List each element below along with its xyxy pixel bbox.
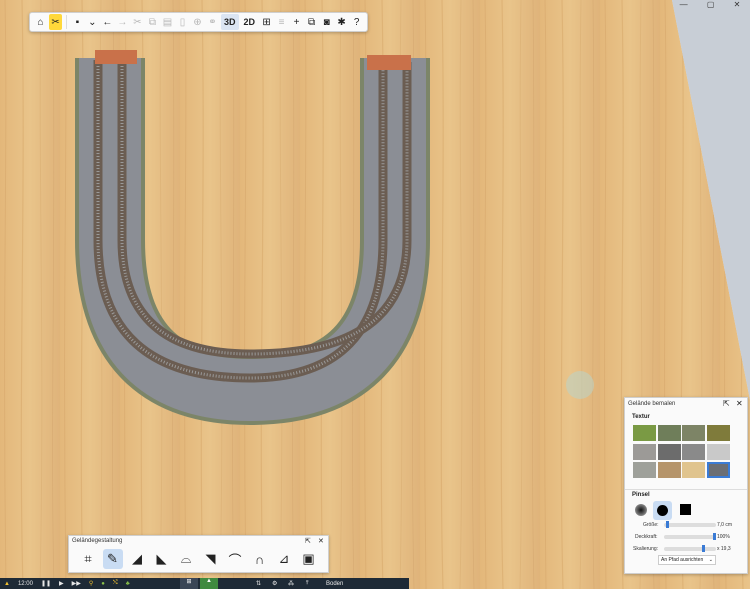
lower-terrain-icon[interactable]: ◣ <box>152 549 172 569</box>
soft-brush-icon[interactable] <box>635 504 647 516</box>
round-brush-icon <box>657 505 668 516</box>
align-to-path-label: An Pfad ausrichten <box>661 557 704 563</box>
link-icon[interactable]: ⚭ <box>206 14 219 30</box>
track-icon[interactable]: ⇅ <box>256 580 261 587</box>
scale-slider[interactable] <box>664 545 716 552</box>
time-display[interactable]: 12:00 <box>18 581 33 587</box>
copy-icon[interactable]: ⧉ <box>146 14 159 30</box>
texture-swatch[interactable] <box>706 462 730 478</box>
texture-swatch[interactable] <box>657 462 681 478</box>
size-value: 7,0 cm <box>717 522 733 528</box>
size-slider[interactable] <box>664 521 716 528</box>
opacity-value: 100% <box>717 534 730 540</box>
save-icon[interactable]: ▪ <box>71 14 84 30</box>
paste-icon[interactable]: ▤ <box>161 14 174 30</box>
shape-terrain-icon[interactable]: ⌗ <box>78 549 98 569</box>
texture-swatch[interactable] <box>682 425 705 441</box>
search-icon[interactable]: ⚲ <box>89 580 93 587</box>
window-controls: — ▢ ✕ <box>670 0 750 9</box>
tools-icon[interactable]: ✂ <box>49 14 63 30</box>
texture-swatch[interactable] <box>682 462 705 478</box>
opacity-slider-handle[interactable] <box>713 533 716 540</box>
texture-swatch[interactable] <box>633 443 656 460</box>
cut-icon[interactable]: ✂ <box>131 14 144 30</box>
texture-swatch[interactable] <box>657 443 681 460</box>
smooth-terrain-icon[interactable]: ◥ <box>201 549 221 569</box>
layer-label[interactable]: Boden <box>326 581 343 587</box>
pause-icon[interactable]: ❚❚ <box>41 580 51 587</box>
maximize-icon[interactable]: ▢ <box>707 0 715 9</box>
landscape-icon[interactable]: ● <box>101 581 105 587</box>
add-slope-icon[interactable]: ⊿ <box>274 549 294 569</box>
paint-terrain-panel: Gelände bemalen ⇱ ✕ Textur Pinsel Größe:… <box>624 397 748 574</box>
fast-forward-icon[interactable]: ▶▶ <box>72 580 81 587</box>
texture-swatch[interactable] <box>633 462 656 478</box>
flatten-terrain-icon[interactable]: ⌓ <box>176 549 196 569</box>
network-icon[interactable]: ⁂ <box>288 580 294 587</box>
panel-title: Geländegestaltung <box>72 538 123 544</box>
scale-slider-handle[interactable] <box>702 545 706 552</box>
view-2d-button[interactable]: 2D <box>241 14 259 30</box>
square-brush-icon[interactable] <box>680 504 691 515</box>
size-label: Größe: <box>643 522 659 528</box>
undock-icon[interactable]: ⇱ <box>305 537 311 545</box>
chevron-down-icon[interactable]: ⌄ <box>86 14 99 30</box>
brush-heading: Pinsel <box>632 492 650 498</box>
help-icon[interactable]: ? <box>350 14 363 30</box>
grid-icon[interactable]: ⊞ <box>260 14 273 30</box>
main-toolbar: ⌂ ✂ ▪ ⌄ ← → ✂ ⧉ ▤ ▯ ⊕ ⚭ 3D 2D ⊞ ≡ + ⧉ ◙ … <box>29 12 368 32</box>
opacity-label: Deckkraft: <box>635 534 658 540</box>
scale-value: x 19,3 <box>717 546 731 552</box>
texture-swatch[interactable] <box>706 443 730 460</box>
divider <box>625 489 747 490</box>
undo-icon[interactable]: ← <box>101 14 114 30</box>
view-3d-button[interactable]: 3D <box>221 14 239 30</box>
warning-icon[interactable]: ▲ <box>4 581 10 587</box>
settings-icon[interactable]: ⚙ <box>272 580 277 587</box>
close-icon[interactable]: ✕ <box>736 399 743 408</box>
terrain-library-icon[interactable]: ▣ <box>299 549 319 569</box>
panel-title: Gelände bemalen <box>628 401 676 407</box>
paint-brush-icon[interactable]: ✎ <box>102 549 123 569</box>
tunnel-portal-icon[interactable]: ∩ <box>250 549 270 569</box>
shuffle-icon[interactable]: ⤭ <box>113 580 118 587</box>
raise-terrain-icon[interactable]: ◢ <box>127 549 147 569</box>
texture-swatch[interactable] <box>706 425 730 441</box>
redo-icon[interactable]: → <box>116 14 129 30</box>
close-icon[interactable]: ✕ <box>318 537 324 545</box>
size-slider-handle[interactable] <box>666 521 670 528</box>
window-icon[interactable]: ⧉ <box>305 14 318 30</box>
align-to-path-dropdown[interactable]: An Pfad ausrichten ⌄ <box>658 555 716 565</box>
play-icon[interactable]: ▶ <box>59 580 64 587</box>
pin-icon[interactable]: ⫯ <box>306 580 309 587</box>
hill-icon[interactable]: ⌒ <box>225 549 245 569</box>
undock-icon[interactable]: ⇱ <box>723 399 730 408</box>
group-icon[interactable]: ⊕ <box>191 14 204 30</box>
opacity-slider[interactable] <box>664 533 716 540</box>
status-bar: ▲ 12:00 ❚❚ ▶ ▶▶ ⚲ ● ⤭ ♣ ⊞ ▲ ⇅ ⚙ ⁂ ⫯ Bode… <box>0 578 409 589</box>
round-brush-button[interactable] <box>653 501 672 520</box>
toolbar-divider <box>66 15 67 29</box>
plugin-icon[interactable]: ✱ <box>335 14 348 30</box>
layer-icon[interactable]: ≡ <box>275 14 288 30</box>
add-icon[interactable]: + <box>290 14 303 30</box>
brush-cursor <box>566 371 594 399</box>
minimize-icon[interactable]: — <box>680 0 688 9</box>
texture-swatch[interactable] <box>657 425 681 441</box>
home-icon[interactable]: ⌂ <box>34 14 47 30</box>
buffer-stop-left[interactable] <box>95 50 137 64</box>
terrain-shaping-panel: Geländegestaltung ⇱ ✕ ⌗ ✎ ◢ ◣ ⌓ ◥ ⌒ ∩ ⊿ ▣ <box>68 535 329 573</box>
texture-heading: Textur <box>632 414 650 420</box>
terrain-view-button[interactable]: ▲ <box>200 578 218 589</box>
scale-label: Skalierung: <box>633 546 659 552</box>
tree-icon[interactable]: ♣ <box>126 581 130 587</box>
close-icon[interactable]: ✕ <box>734 0 741 9</box>
delete-icon[interactable]: ▯ <box>176 14 189 30</box>
camera-icon[interactable]: ◙ <box>320 14 333 30</box>
buffer-stop-right[interactable] <box>367 55 411 70</box>
texture-swatch[interactable] <box>633 425 656 441</box>
texture-swatch[interactable] <box>682 443 705 460</box>
chevron-down-icon: ⌄ <box>708 557 713 563</box>
grid-view-button[interactable]: ⊞ <box>180 578 198 589</box>
